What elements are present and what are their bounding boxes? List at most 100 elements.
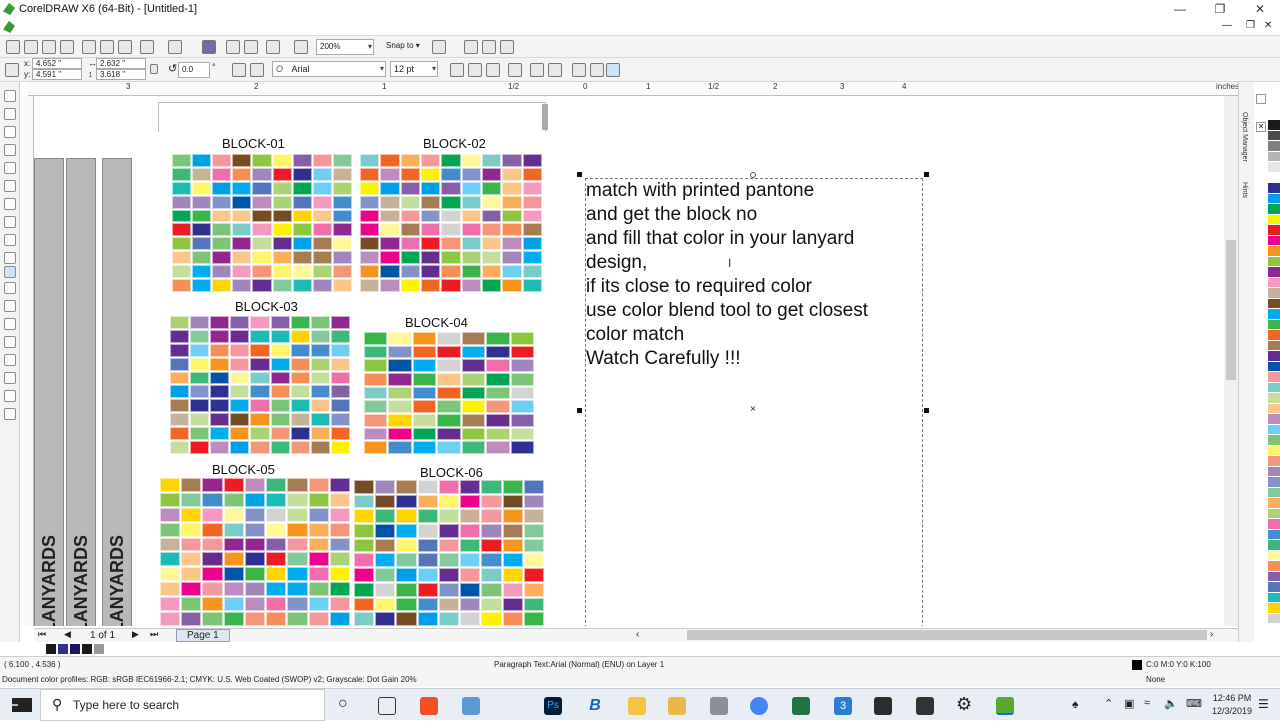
italic-icon[interactable] bbox=[468, 63, 482, 77]
palette-swatch[interactable] bbox=[1268, 298, 1280, 309]
selection-handle[interactable] bbox=[924, 408, 929, 413]
palette-swatch[interactable] bbox=[1268, 435, 1280, 446]
palette-swatch[interactable] bbox=[1268, 361, 1280, 372]
blend-tool-icon[interactable] bbox=[4, 336, 16, 348]
lanyard-strap[interactable]: LANYARDS bbox=[66, 158, 96, 626]
palette-swatch[interactable] bbox=[1268, 141, 1280, 152]
transparency-tool-icon[interactable] bbox=[4, 354, 16, 366]
color-swatch-grid[interactable] bbox=[160, 478, 350, 626]
palette-swatch[interactable] bbox=[1268, 235, 1280, 246]
palette-swatch[interactable] bbox=[1268, 330, 1280, 341]
palette-swatch[interactable] bbox=[1268, 183, 1280, 194]
palette-swatch[interactable] bbox=[1268, 414, 1280, 425]
fill-color-swatch[interactable] bbox=[1132, 660, 1142, 670]
ellipse-tool-icon[interactable] bbox=[4, 216, 16, 228]
palette-swatch[interactable] bbox=[1268, 424, 1280, 435]
palette-swatch[interactable] bbox=[1268, 288, 1280, 299]
export-icon[interactable] bbox=[244, 40, 258, 54]
palette-swatch[interactable] bbox=[1268, 319, 1280, 330]
lanyard-strap[interactable]: LANYARDS bbox=[102, 158, 132, 626]
hints-tab[interactable]: Hints bbox=[1241, 182, 1248, 198]
full-frame-icon[interactable] bbox=[482, 40, 496, 54]
fill-tool-icon[interactable] bbox=[4, 408, 16, 420]
bold-icon[interactable] bbox=[450, 63, 464, 77]
smart-fill-tool-icon[interactable] bbox=[4, 180, 16, 192]
file-explorer-icon[interactable] bbox=[628, 697, 646, 715]
palette-swatch[interactable] bbox=[1268, 204, 1280, 215]
language-icon[interactable]: ⌨ bbox=[1186, 697, 1202, 710]
width-field[interactable]: 2.632 " bbox=[96, 58, 146, 69]
vertical-text-icon[interactable] bbox=[606, 63, 620, 77]
zoom-tool-icon[interactable] bbox=[4, 144, 16, 156]
connector-tool-icon[interactable] bbox=[4, 318, 16, 330]
palette-swatch[interactable] bbox=[1268, 592, 1280, 603]
text-tool-icon[interactable] bbox=[4, 266, 16, 278]
palette-swatch[interactable] bbox=[1268, 466, 1280, 477]
color-profiles[interactable]: Document color profiles: RGB: sRGB IEC61… bbox=[2, 675, 417, 684]
new-icon[interactable] bbox=[6, 40, 20, 54]
chrome-icon[interactable] bbox=[750, 697, 768, 715]
palette-swatch[interactable] bbox=[1268, 225, 1280, 236]
palette-swatch[interactable] bbox=[1268, 550, 1280, 561]
palette-swatch[interactable] bbox=[1268, 340, 1280, 351]
taskbar-clock[interactable]: 12:46 PM 12/3/2019 bbox=[1212, 692, 1252, 718]
palette-swatch[interactable] bbox=[1268, 487, 1280, 498]
palette-swatch[interactable] bbox=[1268, 540, 1280, 551]
height-field[interactable]: 3.618 " bbox=[96, 69, 146, 80]
doc-restore-button[interactable]: ❐ bbox=[1246, 20, 1255, 31]
zoom-level-select[interactable]: 200% ▾ bbox=[316, 39, 374, 55]
selection-handle[interactable] bbox=[924, 172, 929, 177]
color-swatch-grid[interactable] bbox=[364, 332, 534, 454]
vertical-scroll-thumb[interactable] bbox=[1226, 240, 1236, 380]
palette-swatch[interactable] bbox=[1268, 214, 1280, 225]
close-button[interactable]: ✕ bbox=[1240, 0, 1280, 18]
underline-icon[interactable] bbox=[486, 63, 500, 77]
horizontal-text-icon[interactable] bbox=[590, 63, 604, 77]
tray-chevron-icon[interactable]: ⌃ bbox=[1104, 697, 1113, 710]
selection-handle[interactable] bbox=[577, 408, 582, 413]
color-swatch-grid[interactable] bbox=[354, 480, 544, 626]
terminal-icon[interactable] bbox=[874, 697, 892, 715]
basic-shapes-tool-icon[interactable] bbox=[4, 252, 16, 264]
last-page-icon[interactable]: ⏭ bbox=[150, 629, 158, 640]
snap-options-icon[interactable] bbox=[432, 40, 446, 54]
volume-icon[interactable]: 🔈 bbox=[1164, 697, 1178, 710]
windows-start-icon[interactable] bbox=[18, 698, 32, 712]
pick-tool-icon[interactable] bbox=[4, 90, 16, 102]
object-manager-tab[interactable]: Object Manager bbox=[1241, 112, 1248, 162]
palette-swatch[interactable] bbox=[1268, 613, 1280, 624]
cortana-icon[interactable]: ○ bbox=[338, 695, 348, 713]
palette-swatch[interactable] bbox=[1268, 172, 1280, 183]
copy-icon[interactable] bbox=[100, 40, 114, 54]
x-position-field[interactable]: 4.652 " bbox=[32, 58, 82, 69]
palette-swatch[interactable] bbox=[1268, 351, 1280, 362]
lock-ratio-icon[interactable] bbox=[150, 64, 158, 74]
vertical-ruler[interactable] bbox=[20, 96, 34, 626]
palette-swatch[interactable] bbox=[1268, 582, 1280, 593]
mirror-vertical-icon[interactable] bbox=[250, 63, 264, 77]
palette-swatch[interactable] bbox=[1268, 267, 1280, 278]
palette-swatch[interactable] bbox=[1268, 456, 1280, 467]
scroll-left-icon[interactable]: ‹ bbox=[636, 629, 639, 640]
prev-page-icon[interactable]: ◀ bbox=[64, 629, 71, 640]
rotation-handle[interactable] bbox=[750, 172, 756, 178]
app-dark-icon[interactable] bbox=[916, 697, 934, 715]
mail-icon[interactable] bbox=[668, 697, 686, 715]
palette-swatch[interactable] bbox=[1268, 162, 1280, 173]
table-tool-icon[interactable] bbox=[4, 282, 16, 294]
palette-swatch[interactable] bbox=[1268, 508, 1280, 519]
snap-to-menu[interactable]: Snap to ▾ bbox=[386, 41, 420, 50]
app-3-icon[interactable]: 3 bbox=[834, 697, 852, 715]
palette-swatch[interactable] bbox=[1268, 372, 1280, 383]
excel-icon[interactable] bbox=[792, 697, 810, 715]
palette-swatch[interactable] bbox=[1268, 519, 1280, 530]
full-screen-preview-icon[interactable] bbox=[294, 40, 308, 54]
search-content-icon[interactable] bbox=[202, 40, 216, 54]
no-color-swatch[interactable]: ✕ bbox=[1256, 122, 1266, 132]
undo-icon[interactable] bbox=[140, 40, 154, 54]
shape-tool-icon[interactable] bbox=[4, 108, 16, 120]
application-launcher-icon[interactable] bbox=[266, 40, 280, 54]
doc-close-button[interactable]: ✕ bbox=[1264, 20, 1272, 31]
selection-handle[interactable] bbox=[577, 172, 582, 177]
font-size-select[interactable]: 12 pt ▾ bbox=[390, 61, 438, 77]
